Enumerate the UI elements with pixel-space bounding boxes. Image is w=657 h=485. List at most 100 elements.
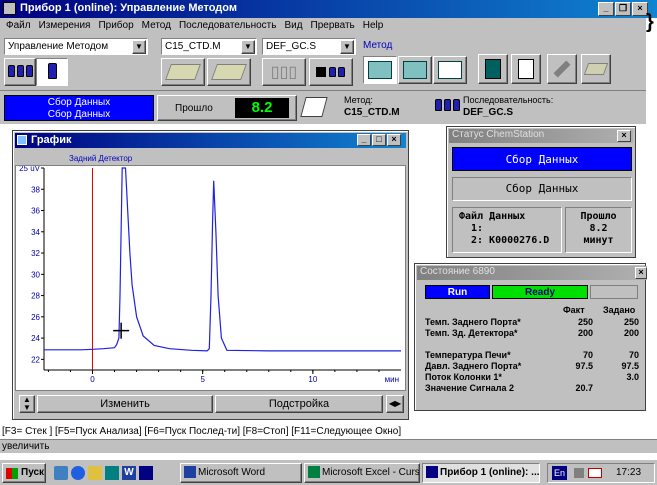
minimize-icon[interactable]: _ <box>357 134 371 146</box>
signal-view-button[interactable] <box>398 56 432 84</box>
adjust-button[interactable]: Подстройка <box>215 395 383 413</box>
gc-parameter-row: Темп. Зд. Детектора* 200 200 <box>425 328 643 339</box>
method-select[interactable]: C15_CTD.M ▼ <box>161 38 257 55</box>
instrument-view-button[interactable] <box>363 56 397 84</box>
save-method-button[interactable] <box>207 58 251 86</box>
volume-icon[interactable] <box>574 468 584 478</box>
sequence-vials-button[interactable] <box>4 58 36 86</box>
mail-icon[interactable] <box>588 468 602 478</box>
load-method-button[interactable] <box>161 58 205 86</box>
save-icon[interactable] <box>139 466 153 480</box>
adjust-button-label: Подстройка <box>268 398 330 410</box>
logbook-button[interactable] <box>478 54 508 84</box>
single-vial-button[interactable] <box>36 58 68 86</box>
close-icon[interactable]: × <box>635 267 647 279</box>
gc-parameter-setpoint: 250 <box>623 317 639 327</box>
menu-file[interactable]: Файл <box>4 18 35 34</box>
menu-method[interactable]: Метод <box>138 18 175 34</box>
y-tick-label: 38 <box>31 185 40 194</box>
save-sequence-button[interactable] <box>309 58 353 86</box>
y-tick-label: 25 uV <box>19 166 41 173</box>
explorer-icon[interactable] <box>54 466 68 480</box>
close-icon[interactable]: × <box>617 130 631 142</box>
scroll-left-right-button[interactable]: ◀▶ <box>386 395 404 413</box>
x-tick-label: 0 <box>90 375 95 384</box>
maximize-icon[interactable]: □ <box>372 134 386 146</box>
elapsed-time-value: 8.2 <box>589 223 608 234</box>
status-spare-indicator <box>590 285 638 299</box>
preview-button[interactable] <box>511 54 541 84</box>
menu-instrument[interactable]: Прибор <box>94 18 137 34</box>
method-load-icon <box>165 64 201 80</box>
task-excel[interactable]: Microsoft Excel - Curs_0... <box>304 463 420 483</box>
chemstation-status-window: Статус ChemStation × Сбор Данных Сбор Да… <box>446 126 636 258</box>
word-icon[interactable]: W <box>122 466 136 480</box>
sequence-select-value: DEF_GC.S <box>266 41 317 52</box>
close-icon[interactable]: × <box>387 134 401 146</box>
x-axis-label: мин <box>385 375 399 384</box>
chemstation-title: Статус ChemStation <box>452 129 545 140</box>
menu-measurements[interactable]: Измерения <box>35 18 95 34</box>
chevron-down-icon[interactable]: ▼ <box>340 40 354 54</box>
chromatogram-chart: 22 24 26 28 30 32 34 36 38 25 uV 0 5 10 мин <box>19 166 401 384</box>
graph-window: График _ □ × Задний Детектор 22 24 26 28 30 3… <box>12 130 409 420</box>
menu-abort[interactable]: Прервать <box>307 18 359 34</box>
sequence-caption: Последовательность: <box>463 95 554 105</box>
gc-parameter-name: Темп. Заднего Порта* <box>425 317 521 327</box>
graph-title: График <box>31 134 72 146</box>
signal-label: Задний Детектор <box>69 154 133 163</box>
y-tick-label: 28 <box>31 292 40 301</box>
signal-icon <box>403 61 427 79</box>
minimize-icon[interactable]: _ <box>598 2 614 16</box>
gc-title-bar: Состояние 6890 × <box>417 266 647 280</box>
modify-button[interactable]: Изменить <box>37 395 213 413</box>
tray-button[interactable] <box>581 54 611 84</box>
view-select-value: Управление Методом <box>8 41 109 52</box>
window-controls: _ ❐ × <box>598 2 648 16</box>
setpoint-column-header: Задано <box>603 305 636 315</box>
ie-icon[interactable] <box>71 466 85 480</box>
chevron-down-icon[interactable]: ▼ <box>241 40 255 54</box>
task-instrument[interactable]: Прибор 1 (online): ... <box>422 463 540 483</box>
instrument-task-icon <box>426 466 438 479</box>
system-tray: En 17:23 <box>547 463 655 483</box>
menu-help[interactable]: Help <box>359 18 388 34</box>
gc-parameter-actual: 250 <box>577 317 593 327</box>
gc-parameter-setpoint: 200 <box>623 328 639 338</box>
start-button[interactable]: Пуск <box>2 463 46 483</box>
language-indicator[interactable]: En <box>552 466 568 480</box>
excel-task-icon <box>308 466 320 479</box>
windows-logo-icon <box>6 468 18 479</box>
menu-sequence[interactable]: Последовательность <box>175 18 280 34</box>
plot-area[interactable]: 22 24 26 28 30 32 34 36 38 25 uV 0 5 10 мин <box>15 165 406 391</box>
status-row: Сбор Данных Сбор Данных Прошло 8.2 Метод… <box>0 90 646 124</box>
maximize-icon[interactable]: ❐ <box>615 2 631 16</box>
chromatogram-view-button[interactable] <box>433 56 467 84</box>
sequence-vials-icon <box>434 99 461 114</box>
load-sequence-button[interactable]: ▯▯▯ <box>262 58 306 86</box>
disk-vials-icon <box>316 67 346 77</box>
menu-bar: Файл Измерения Прибор Метод Последовател… <box>0 18 646 34</box>
chemstation-active-status-text: Сбор Данных <box>505 153 579 166</box>
inject-button[interactable] <box>547 54 577 84</box>
task-word[interactable]: Microsoft Word <box>180 463 302 483</box>
menu-view[interactable]: Вид <box>280 18 306 34</box>
gc-parameter-row <box>425 339 643 350</box>
gc-status-window: Состояние 6890 × Run Ready Факт Задано Т… <box>414 263 647 411</box>
sequence-select[interactable]: DEF_GC.S ▼ <box>262 38 356 55</box>
vial-icon <box>47 62 58 82</box>
chevron-down-icon[interactable]: ▼ <box>132 40 146 54</box>
elapsed-time-panel: Прошло 8.2 минут <box>565 207 632 253</box>
status-bar: увеличить <box>0 439 657 453</box>
outlook-icon[interactable] <box>88 466 102 480</box>
elapsed-panel: Прошло 8.2 <box>157 95 297 121</box>
scroll-up-down-button[interactable]: ▲ ▼ <box>19 395 35 413</box>
desktop-icon[interactable] <box>105 466 119 480</box>
toolbar: Управление Методом ▼ C15_CTD.M ▼ DEF_GC.… <box>0 34 646 90</box>
gc-parameter-actual: 200 <box>577 328 593 338</box>
hotkeys-text: [F3= Стек ] [F5=Пуск Анализа] [F6=Пуск П… <box>2 426 402 437</box>
app-title-bar: Прибор 1 (online): Управление Методом _ … <box>0 0 657 18</box>
edge-bracket: } <box>646 11 654 33</box>
gc-parameter-setpoint: 3.0 <box>626 372 639 382</box>
view-select[interactable]: Управление Методом ▼ <box>4 38 148 55</box>
